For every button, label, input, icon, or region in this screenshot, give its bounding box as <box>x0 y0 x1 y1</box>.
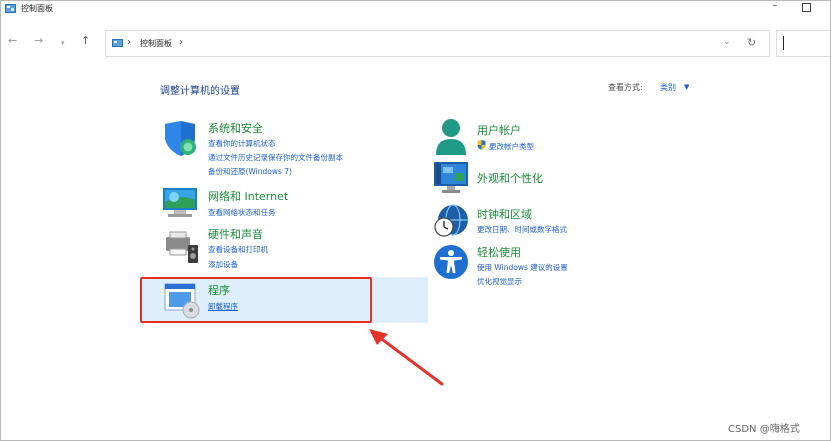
clock-globe-icon[interactable] <box>433 203 471 239</box>
address-dropdown-icon[interactable]: ⌄ <box>723 37 731 47</box>
link-optimize-visual-display[interactable]: 优化视觉显示 <box>477 276 522 287</box>
shield-icon[interactable] <box>162 120 200 158</box>
link-change-account-type[interactable]: 更改帐户类型 <box>489 141 534 152</box>
link-change-date-time-format[interactable]: 更改日期、时间或数字格式 <box>477 224 567 235</box>
forward-arrow-icon[interactable]: → <box>34 35 43 47</box>
control-panel-icon <box>5 4 16 13</box>
link-use-recommended-settings[interactable]: 使用 Windows 建议的设置 <box>477 262 568 273</box>
back-arrow-icon[interactable]: ← <box>8 35 17 47</box>
link-view-computer-status[interactable]: 查看你的计算机状态 <box>208 138 276 149</box>
category-clock-region[interactable]: 时钟和区域 <box>477 206 532 222</box>
red-arrow-icon <box>369 329 444 386</box>
breadcrumb-control-panel[interactable]: 控制面板 <box>140 38 172 49</box>
uac-shield-icon <box>477 140 486 150</box>
chevron-down-icon[interactable]: ▼ <box>684 83 689 91</box>
control-panel-icon <box>112 39 123 47</box>
category-hardware-sound[interactable]: 硬件和声音 <box>208 226 263 242</box>
link-file-history[interactable]: 通过文件历史记录保存你的文件备份副本 <box>208 152 343 163</box>
link-backup-restore[interactable]: 备份和还原(Windows 7) <box>208 166 292 177</box>
up-arrow-icon[interactable]: ↑ <box>81 35 90 47</box>
category-ease-of-access[interactable]: 轻松使用 <box>477 244 521 260</box>
category-network-internet[interactable]: 网络和 Internet <box>208 188 288 204</box>
control-panel-window: 控制面板 – ← → ▾ ↑ › 控制面板 › ⌄ ↻ 调整计算机的设置 查看方… <box>0 0 831 441</box>
user-icon[interactable] <box>433 117 469 157</box>
link-devices-printers[interactable]: 查看设备和打印机 <box>208 244 268 255</box>
search-input[interactable] <box>776 30 830 57</box>
chevron-down-icon[interactable]: ▾ <box>61 37 65 49</box>
text-caret <box>783 36 784 50</box>
view-by-dropdown[interactable]: 类别 <box>660 82 676 93</box>
watermark: CSDN @嗨格式 <box>728 424 800 435</box>
category-appearance-personalization[interactable]: 外观和个性化 <box>477 170 543 186</box>
link-network-status[interactable]: 查看网络状态和任务 <box>208 207 276 218</box>
title-bar: 控制面板 – <box>1 1 830 17</box>
printer-icon[interactable] <box>162 229 200 265</box>
refresh-icon[interactable]: ↻ <box>747 36 756 49</box>
address-bar[interactable]: › 控制面板 › ⌄ ↻ <box>105 30 770 57</box>
window-title: 控制面板 <box>21 4 53 13</box>
network-icon[interactable] <box>162 185 200 219</box>
link-add-device[interactable]: 添加设备 <box>208 259 238 270</box>
minimize-button[interactable]: – <box>769 1 781 13</box>
breadcrumb-separator[interactable]: › <box>179 37 183 48</box>
accessibility-icon[interactable] <box>433 244 469 280</box>
view-by-label: 查看方式: <box>608 83 643 92</box>
monitor-icon[interactable] <box>433 161 471 195</box>
highlight-box <box>140 277 372 323</box>
breadcrumb-separator[interactable]: › <box>127 37 131 48</box>
category-system-security[interactable]: 系统和安全 <box>208 120 263 136</box>
category-user-accounts[interactable]: 用户帐户 <box>477 122 521 138</box>
maximize-button[interactable] <box>802 3 811 12</box>
page-heading: 调整计算机的设置 <box>160 86 240 97</box>
navigation-bar: ← → ▾ ↑ › 控制面板 › ⌄ ↻ <box>1 27 830 59</box>
